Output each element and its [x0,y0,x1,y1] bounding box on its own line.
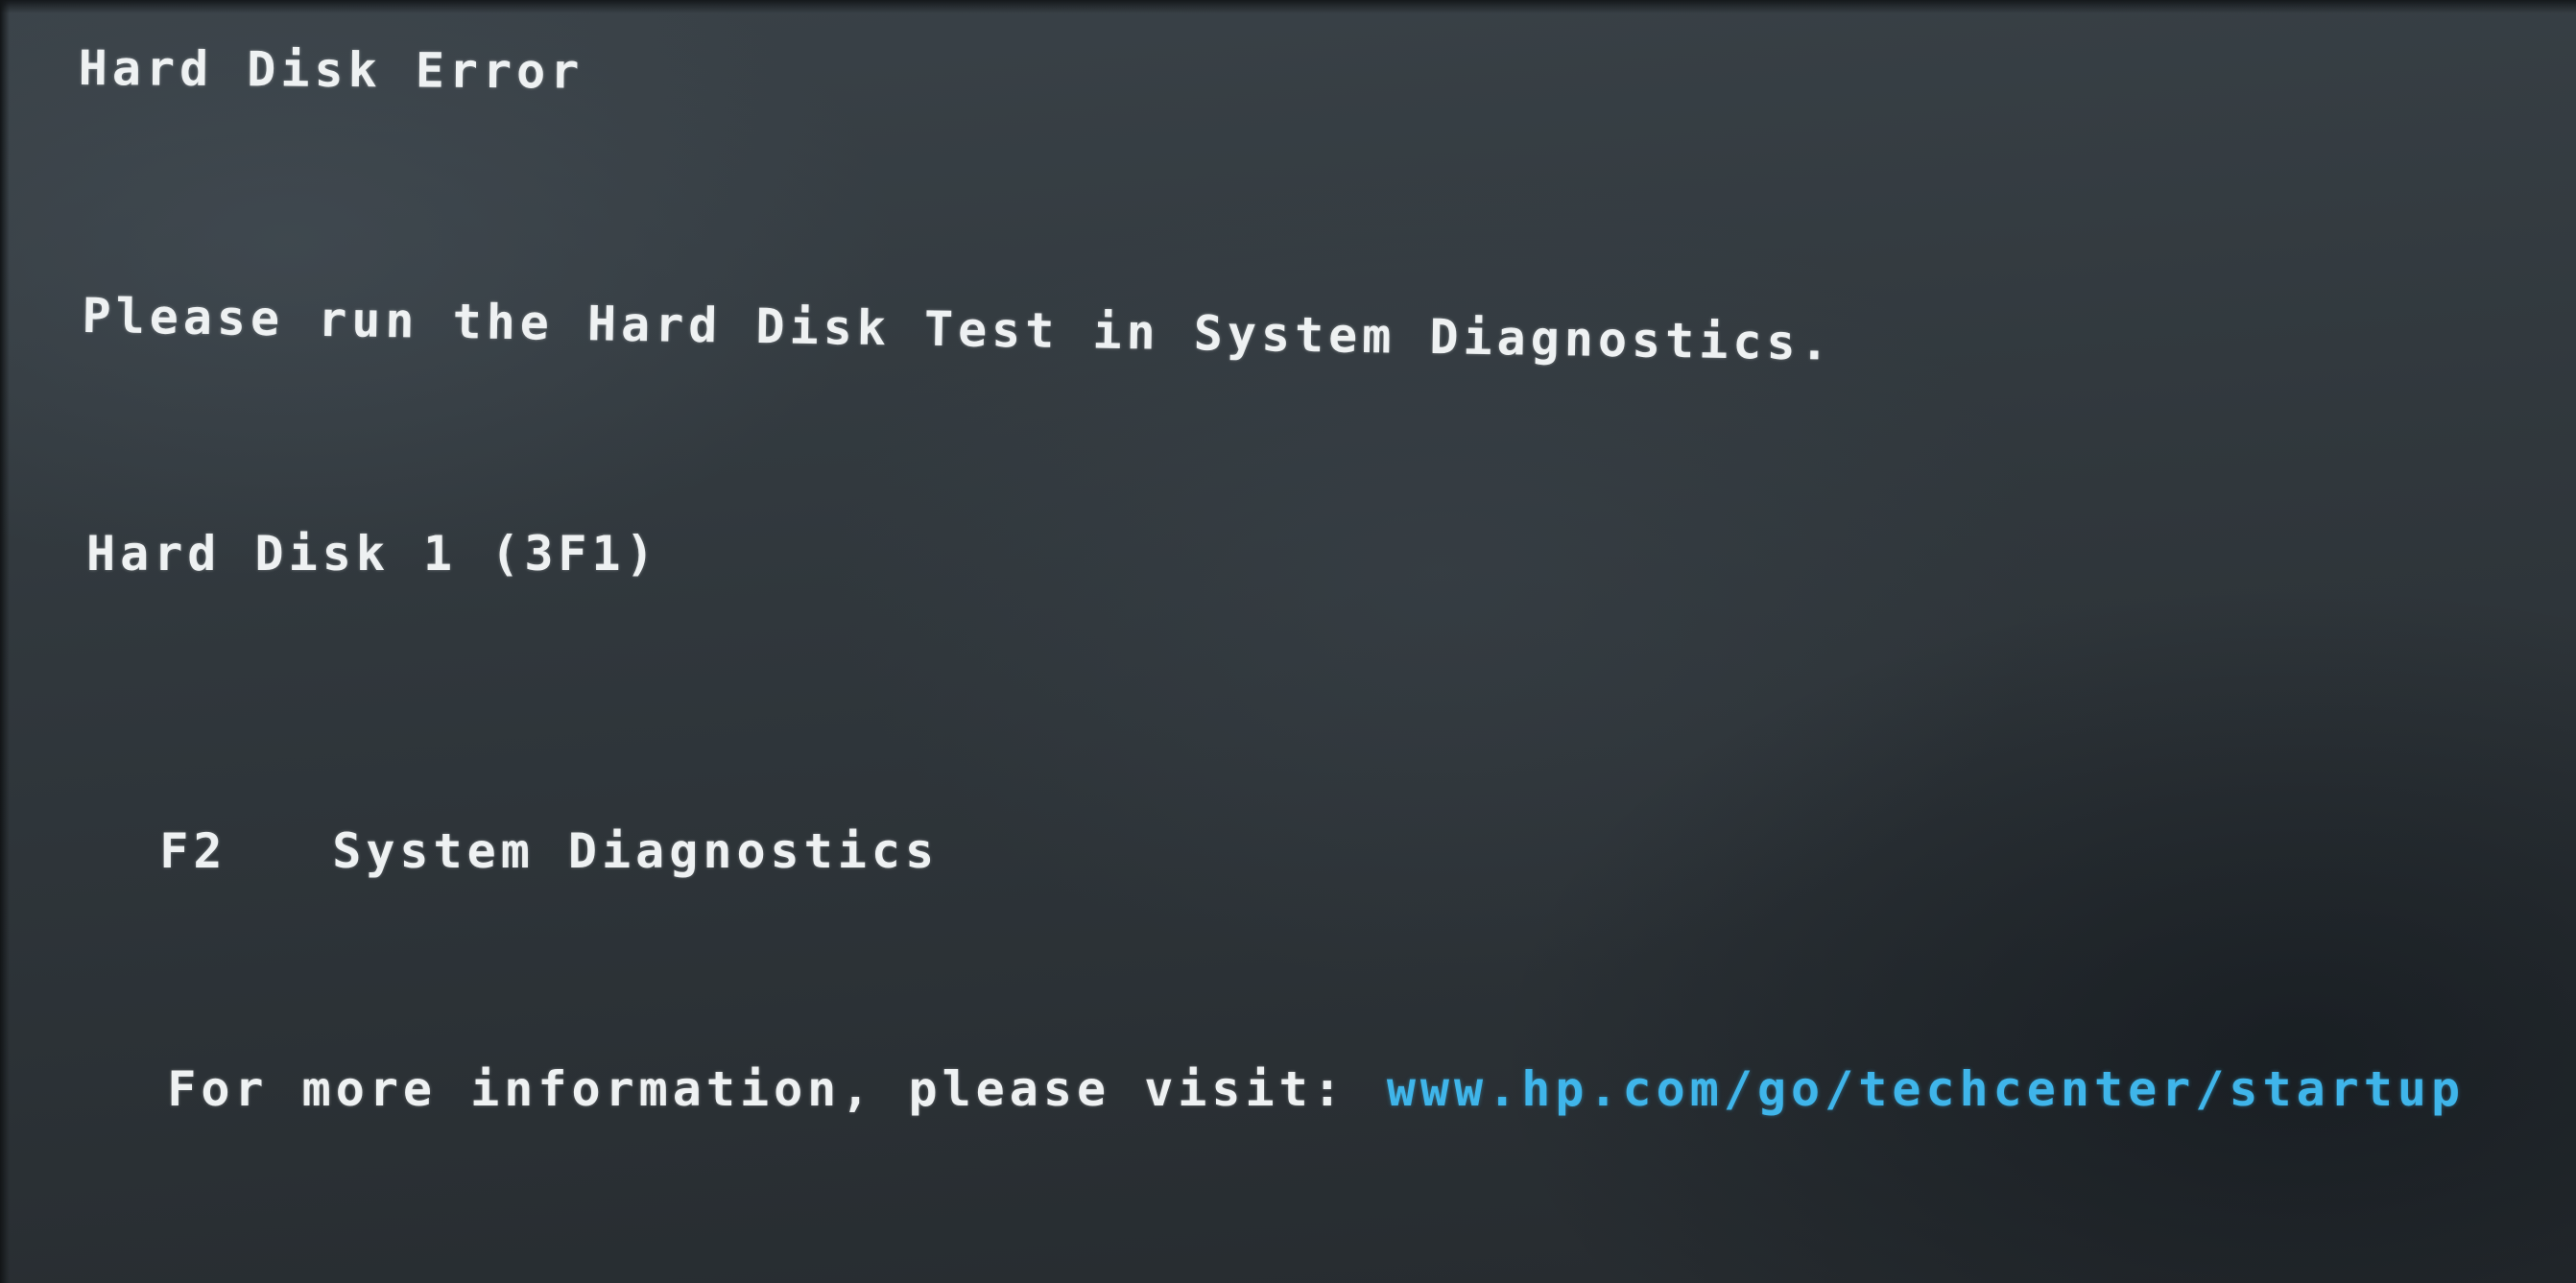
screen-top-edge [0,0,2576,13]
error-device: Hard Disk 1 (3F1) [86,526,659,582]
diagnostics-option[interactable]: F2 System Diagnostics [92,768,939,879]
screen-left-edge [0,0,10,1283]
more-info-line: For more information, please visit: www.h… [100,1006,2465,1117]
error-instruction: Please run the Hard Disk Test in System … [82,288,1835,371]
diagnostics-option-label: System Diagnostics [332,823,940,879]
error-title: Hard Disk Error [78,40,584,100]
support-url-link[interactable]: www.hp.com/go/techcenter/startup [1387,1061,2465,1117]
f2-key-label: F2 [159,823,227,879]
more-info-text: For more information, please visit: [167,1061,1347,1117]
